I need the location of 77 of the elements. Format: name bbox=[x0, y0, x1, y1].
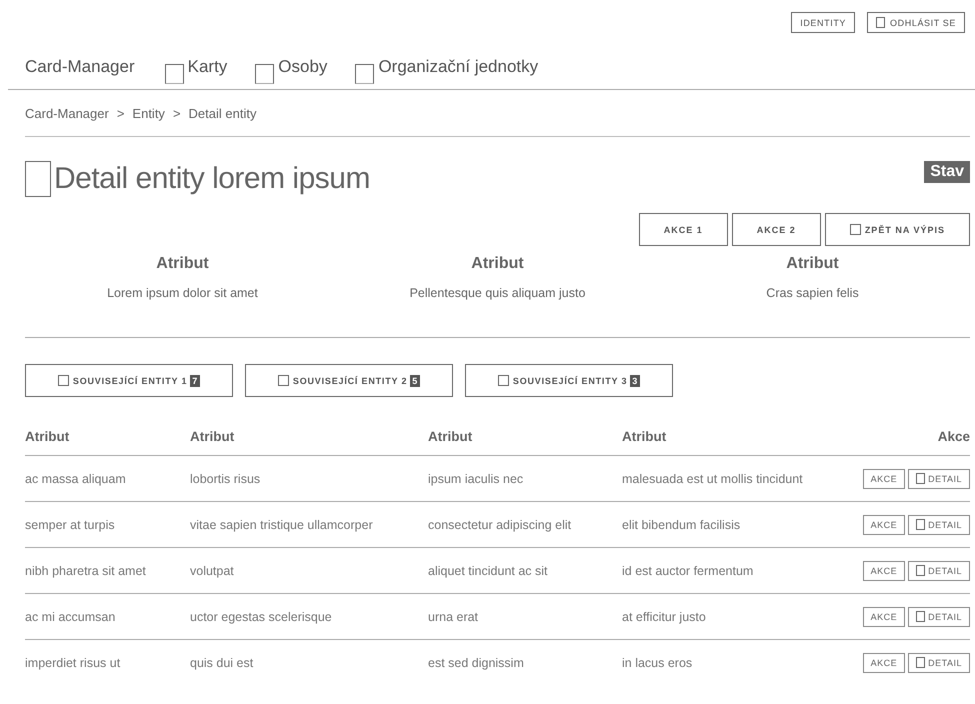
breadcrumb-link[interactable]: Entity bbox=[132, 106, 165, 120]
attribute-value: Pellentesque quis aliquam justo bbox=[410, 286, 586, 300]
breadcrumb-separator: > bbox=[116, 106, 124, 120]
row-action-button[interactable]: DETAIL bbox=[908, 560, 970, 580]
action-button[interactable]: AKCE 2 bbox=[732, 213, 821, 246]
square-icon bbox=[916, 473, 926, 484]
action-button[interactable]: ZPĚT NA VÝPIS bbox=[824, 213, 970, 246]
square-icon bbox=[58, 375, 69, 386]
table-cell-text: imperdiet risus ut bbox=[25, 656, 122, 670]
table-cell-text: est sed dignissim bbox=[428, 656, 525, 670]
square-icon bbox=[498, 375, 509, 386]
nav-link[interactable]: Osoby bbox=[247, 52, 328, 82]
table-cell: in lacus eros bbox=[622, 656, 692, 670]
row-action-button[interactable]: DETAIL bbox=[908, 652, 970, 672]
column-header: Atribut bbox=[190, 428, 236, 444]
attribute-label: Atribut bbox=[156, 255, 209, 273]
square-icon bbox=[850, 224, 861, 235]
app-brand[interactable]: Card-Manager bbox=[25, 57, 135, 77]
page-title: Detail entity lorem ipsum bbox=[54, 161, 370, 197]
square-icon bbox=[278, 375, 289, 386]
square-icon bbox=[164, 64, 184, 84]
table-cell-text: urna erat bbox=[428, 610, 480, 624]
breadcrumb-link[interactable]: Card-Manager bbox=[25, 106, 109, 120]
action-button[interactable]: AKCE 1 bbox=[638, 213, 728, 246]
table-cell-text: semper at turpis bbox=[25, 518, 116, 532]
breadcrumb-separator: > bbox=[172, 106, 181, 120]
table-cell-text: lobortis risus bbox=[190, 472, 262, 486]
table-cell-text: nibh pharetra sit amet bbox=[25, 564, 147, 578]
count-badge: 3 bbox=[630, 374, 640, 386]
square-icon bbox=[255, 64, 274, 84]
row-action-button[interactable]: DETAIL bbox=[908, 606, 970, 626]
attribute-label: Atribut bbox=[786, 255, 839, 273]
table-cell: elit bibendum facilisis bbox=[622, 518, 740, 532]
table-cell-text: vitae sapien tristique ullamcorper bbox=[190, 518, 374, 532]
square-icon bbox=[355, 64, 374, 84]
top-button[interactable]: IDENTITY bbox=[791, 12, 856, 33]
column-header: Atribut bbox=[622, 428, 666, 444]
table-cell-text: ipsum iaculis nec bbox=[428, 472, 524, 486]
column-header: Atribut bbox=[428, 428, 474, 444]
row-action-button[interactable]: DETAIL bbox=[908, 514, 970, 534]
square-icon bbox=[916, 611, 926, 622]
attribute-label: Atribut bbox=[471, 255, 524, 273]
count-badge: 7 bbox=[190, 374, 200, 386]
status-badge: Stav bbox=[924, 161, 970, 183]
table-cell-text: quis dui est bbox=[190, 656, 254, 670]
related-tab[interactable]: SOUVISEJÍCÍ ENTITY 3 3 bbox=[465, 364, 673, 397]
related-tab[interactable]: SOUVISEJÍCÍ ENTITY 1 7 bbox=[25, 364, 233, 397]
row-action-button[interactable]: AKCE bbox=[862, 560, 906, 580]
breadcrumb-link[interactable]: Detail entity bbox=[188, 106, 256, 120]
table-cell-text: aliquet tincidunt ac sit bbox=[428, 564, 549, 578]
table-cell: id est auctor fermentum bbox=[622, 564, 754, 578]
row-action-button[interactable]: AKCE bbox=[862, 468, 906, 488]
square-icon bbox=[25, 161, 51, 197]
related-tab[interactable]: SOUVISEJÍCÍ ENTITY 2 5 bbox=[245, 364, 453, 397]
nav-link[interactable]: Karty bbox=[156, 52, 228, 82]
count-badge: 5 bbox=[410, 374, 420, 386]
table-cell-text: ac mi accumsan bbox=[25, 610, 116, 624]
row-action-button[interactable]: AKCE bbox=[862, 606, 906, 626]
nav-link[interactable]: Organizační jednotky bbox=[347, 52, 538, 82]
row-action-button[interactable]: AKCE bbox=[862, 652, 906, 672]
square-icon bbox=[876, 17, 886, 28]
top-button[interactable]: ODHLÁSIT SE bbox=[867, 12, 965, 33]
attribute-value: Lorem ipsum dolor sit amet bbox=[107, 286, 258, 300]
table-cell: malesuada est ut mollis tincidunt bbox=[622, 472, 803, 486]
column-header: Atribut bbox=[25, 428, 70, 444]
attribute-value: Cras sapien felis bbox=[766, 286, 859, 300]
table-cell-text: volutpat bbox=[190, 564, 235, 578]
square-icon bbox=[916, 519, 926, 530]
table-cell-text: consectetur adipiscing elit bbox=[428, 518, 572, 532]
table-cell: at efficitur justo bbox=[622, 610, 706, 624]
table-cell-text: ac massa aliquam bbox=[25, 472, 127, 486]
row-action-button[interactable]: DETAIL bbox=[908, 468, 970, 488]
square-icon bbox=[916, 657, 926, 668]
table-cell-text: uctor egestas scelerisque bbox=[190, 610, 333, 624]
row-action-button[interactable]: AKCE bbox=[862, 514, 906, 534]
column-header: Akce bbox=[938, 428, 970, 444]
square-icon bbox=[916, 565, 926, 576]
